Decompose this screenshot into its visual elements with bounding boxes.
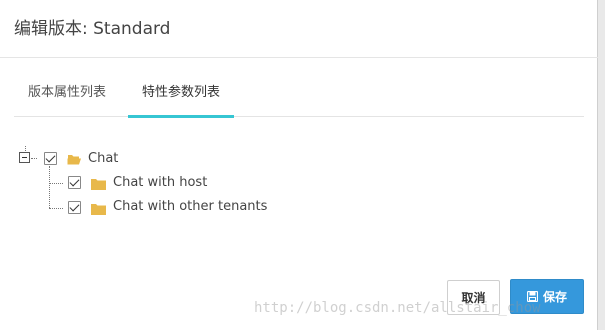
folder-icon <box>91 204 106 215</box>
floppy-disk-icon <box>526 291 538 302</box>
checkbox-chat[interactable] <box>44 152 57 165</box>
tree-node-label[interactable]: Chat with host <box>113 175 207 191</box>
tab-bar: 版本属性列表 特性参数列表 <box>14 78 584 118</box>
tree-node-label[interactable]: Chat with other tenants <box>113 199 267 215</box>
tab-feature-parameters[interactable]: 特性参数列表 <box>128 78 235 118</box>
tree-connector <box>49 208 63 209</box>
checkbox-chat-with-host[interactable] <box>68 176 81 189</box>
save-button[interactable]: 保存 <box>510 279 584 314</box>
tab-version-properties[interactable]: 版本属性列表 <box>14 78 120 117</box>
cancel-button-label: 取消 <box>461 291 486 305</box>
folder-open-icon <box>67 155 81 165</box>
tree-connector <box>49 166 50 208</box>
tree-connector <box>49 183 63 184</box>
collapse-icon[interactable] <box>19 152 30 163</box>
edit-version-modal: 编辑版本: Standard 版本属性列表 特性参数列表 Chat Chat w… <box>0 0 598 330</box>
modal-header: 编辑版本: Standard <box>0 0 598 58</box>
checkbox-chat-with-other-tenants[interactable] <box>68 201 81 214</box>
cancel-button[interactable]: 取消 <box>447 280 500 315</box>
tree-node-label[interactable]: Chat <box>88 151 118 167</box>
tree-connector <box>31 158 37 159</box>
save-button-label: 保存 <box>542 290 567 304</box>
feature-tree: Chat Chat with host Chat with other tena… <box>18 146 418 226</box>
folder-icon <box>91 179 106 190</box>
modal-title: 编辑版本: Standard <box>14 19 171 39</box>
